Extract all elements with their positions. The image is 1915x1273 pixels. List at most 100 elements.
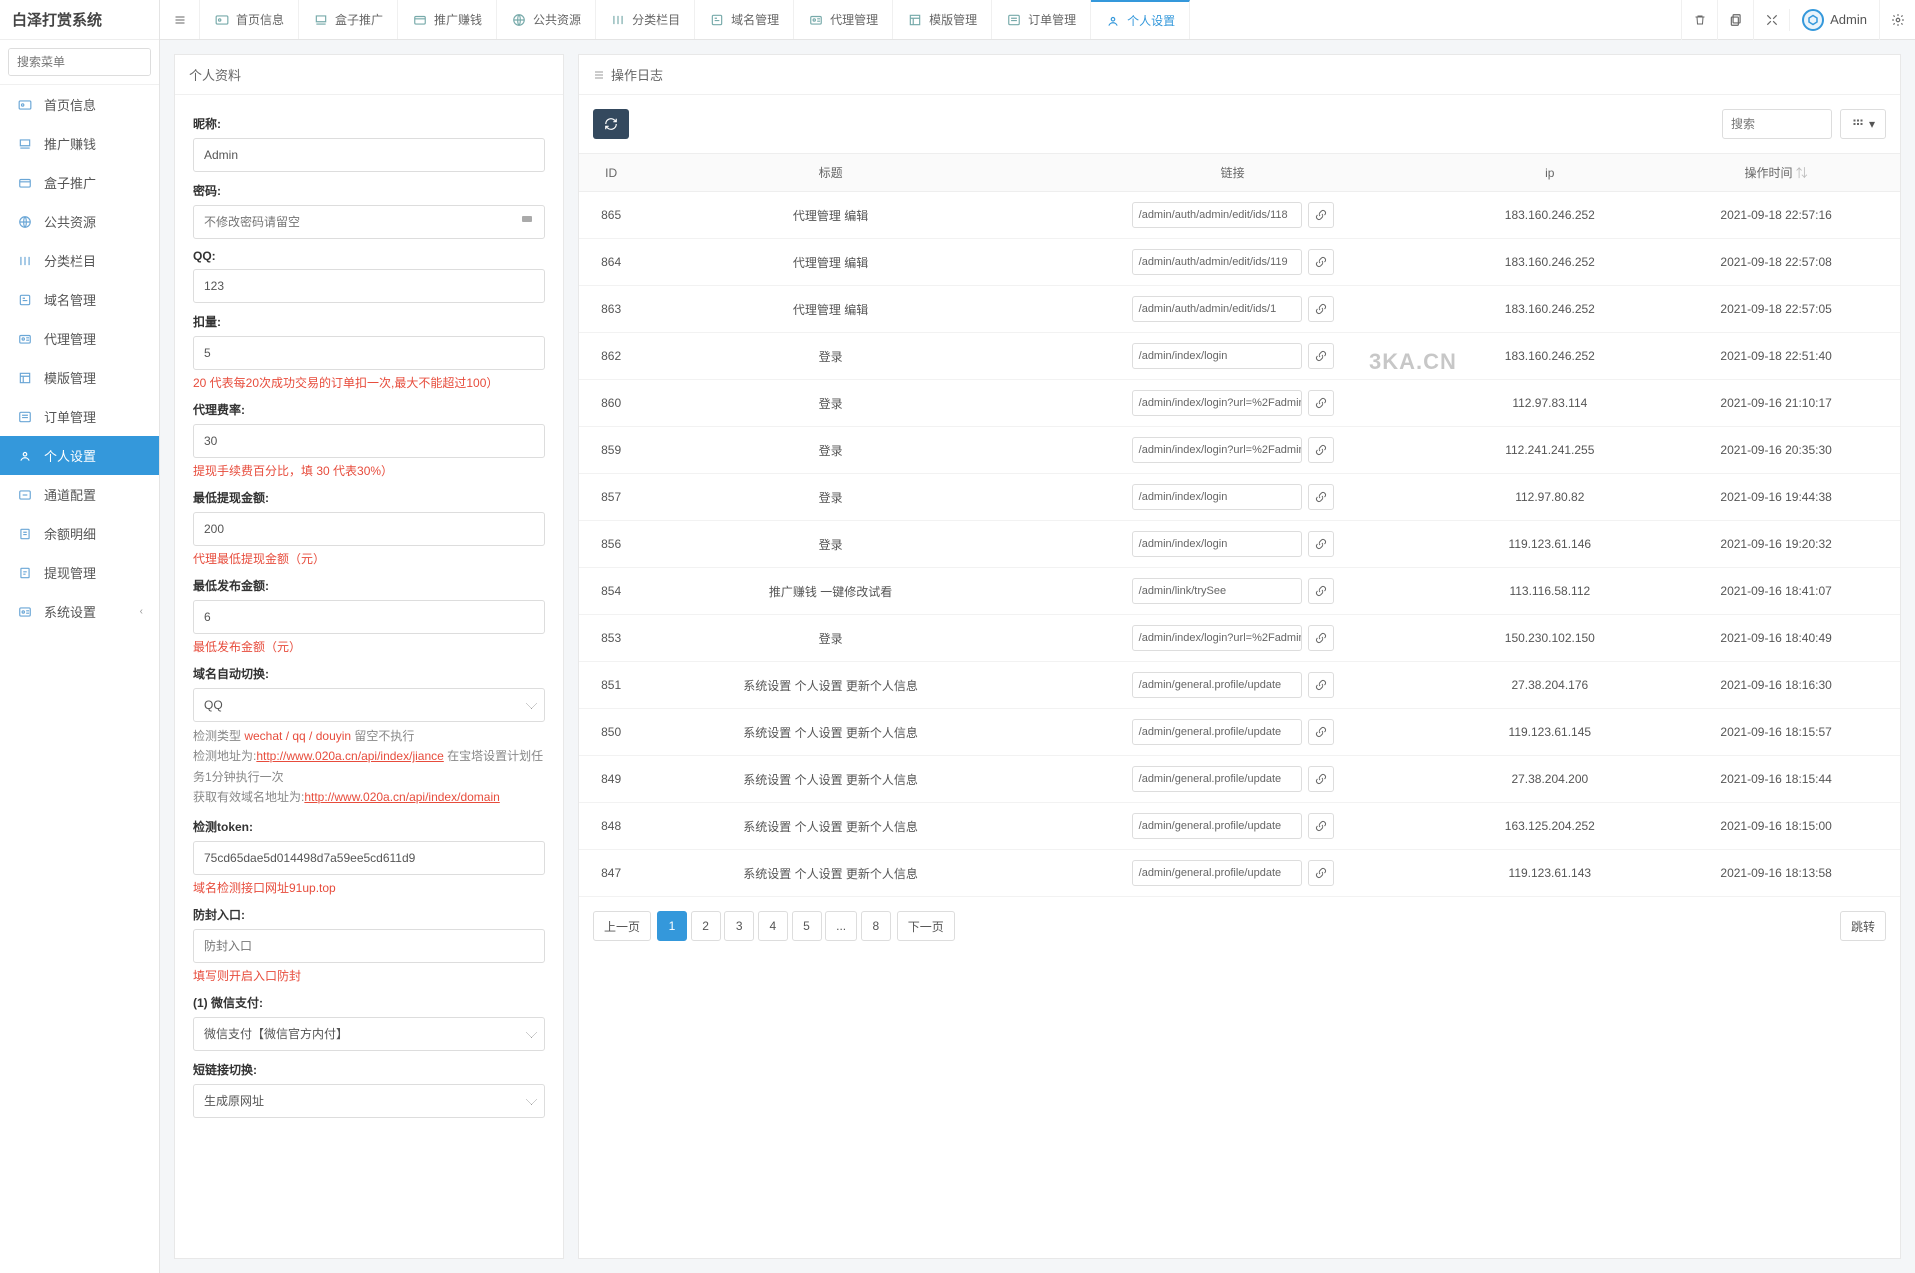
page-next[interactable]: 下一页: [897, 911, 955, 941]
toggle-sidebar-button[interactable]: [160, 0, 200, 39]
cell-link[interactable]: /admin/general.profile/update: [1132, 813, 1302, 839]
cell-link[interactable]: /admin/index/login?url=%2Fadmin%: [1132, 390, 1302, 416]
fangfeng-input[interactable]: [193, 929, 545, 963]
sidebar-item-5[interactable]: 域名管理: [0, 280, 159, 319]
log-search-input[interactable]: [1722, 109, 1832, 139]
sidebar-item-11[interactable]: 余额明细: [0, 514, 159, 553]
page-...[interactable]: ...: [825, 911, 857, 941]
min-publish-input[interactable]: [193, 600, 545, 634]
cell-link[interactable]: /admin/index/login?url=%2Fadmin%: [1132, 625, 1302, 651]
gear-icon[interactable]: [1879, 0, 1915, 40]
page-jump[interactable]: 跳转: [1840, 911, 1886, 941]
top-tab-3[interactable]: 公共资源: [497, 0, 596, 39]
top-tab-2[interactable]: 推广赚钱: [398, 0, 497, 39]
col-time[interactable]: 操作时间 ⇅: [1652, 154, 1900, 192]
fullscreen-icon[interactable]: [1753, 0, 1789, 40]
menu-search-input[interactable]: [9, 49, 151, 75]
top-tab-8[interactable]: 订单管理: [992, 0, 1091, 39]
link-open-icon[interactable]: [1308, 766, 1334, 792]
top-tab-5[interactable]: 域名管理: [695, 0, 794, 39]
sidebar-item-6[interactable]: 代理管理: [0, 319, 159, 358]
page-5[interactable]: 5: [792, 911, 822, 941]
link-open-icon[interactable]: [1308, 343, 1334, 369]
page-1[interactable]: 1: [657, 911, 687, 941]
nickname-input[interactable]: [193, 138, 545, 172]
link-open-icon[interactable]: [1308, 625, 1334, 651]
sidebar-item-3[interactable]: 公共资源: [0, 202, 159, 241]
wechat-pay-select[interactable]: 微信支付【微信官方内付】: [193, 1017, 545, 1051]
link-open-icon[interactable]: [1308, 437, 1334, 463]
cell-link[interactable]: /admin/general.profile/update: [1132, 860, 1302, 886]
link-open-icon[interactable]: [1308, 296, 1334, 322]
qq-input[interactable]: [193, 269, 545, 303]
sidebar-item-10[interactable]: 通道配置: [0, 475, 159, 514]
password-eye-icon[interactable]: [519, 213, 535, 225]
cell-link[interactable]: /admin/index/login: [1132, 343, 1302, 369]
sidebar-item-13[interactable]: 系统设置‹: [0, 592, 159, 631]
col-title[interactable]: 标题: [643, 154, 1018, 192]
sidebar-item-8[interactable]: 订单管理: [0, 397, 159, 436]
link-open-icon[interactable]: [1308, 813, 1334, 839]
cell-link[interactable]: /admin/auth/admin/edit/ids/119: [1132, 249, 1302, 275]
cell-link[interactable]: /admin/index/login: [1132, 484, 1302, 510]
page-8[interactable]: 8: [861, 911, 891, 941]
sidebar-item-2[interactable]: 盒子推广: [0, 163, 159, 202]
deduct-input[interactable]: [193, 336, 545, 370]
refresh-button[interactable]: [593, 109, 629, 139]
col-ip[interactable]: ip: [1447, 154, 1652, 192]
link-open-icon[interactable]: [1308, 531, 1334, 557]
domain-switch-select[interactable]: QQ: [193, 688, 545, 722]
link-open-icon[interactable]: [1308, 202, 1334, 228]
top-tab-4[interactable]: 分类栏目: [596, 0, 695, 39]
link-open-icon[interactable]: [1308, 484, 1334, 510]
cell-link[interactable]: /admin/auth/admin/edit/ids/118: [1132, 202, 1302, 228]
cell-link[interactable]: /admin/general.profile/update: [1132, 719, 1302, 745]
link-open-icon[interactable]: [1308, 390, 1334, 416]
top-tab-0[interactable]: 首页信息: [200, 0, 299, 39]
trash-icon[interactable]: [1681, 0, 1717, 40]
sidebar-item-9[interactable]: 个人设置: [0, 436, 159, 475]
cell-link[interactable]: /admin/general.profile/update: [1132, 766, 1302, 792]
agent-rate-input[interactable]: [193, 424, 545, 458]
cell-link[interactable]: /admin/index/login?url=%2Fadmin%: [1132, 437, 1302, 463]
sidebar-item-1[interactable]: 推广赚钱: [0, 124, 159, 163]
link-open-icon[interactable]: [1308, 719, 1334, 745]
view-mode-button[interactable]: ▾: [1840, 109, 1886, 139]
tab-label: 域名管理: [731, 11, 779, 28]
wechat-pay-label: (1) 微信支付:: [193, 994, 545, 1011]
user-menu[interactable]: Admin: [1789, 9, 1879, 31]
min-withdraw-input[interactable]: [193, 512, 545, 546]
refresh-icon: [604, 117, 618, 131]
link-open-icon[interactable]: [1308, 249, 1334, 275]
page-4[interactable]: 4: [758, 911, 788, 941]
short-link-select[interactable]: 生成原网址: [193, 1084, 545, 1118]
top-tab-6[interactable]: 代理管理: [794, 0, 893, 39]
token-input[interactable]: [193, 841, 545, 875]
page-prev[interactable]: 上一页: [593, 911, 651, 941]
sidebar-item-label: 推广赚钱: [44, 134, 96, 153]
top-tab-1[interactable]: 盒子推广: [299, 0, 398, 39]
cell-link[interactable]: /admin/general.profile/update: [1132, 672, 1302, 698]
password-input[interactable]: [193, 205, 545, 239]
link-open-icon[interactable]: [1308, 578, 1334, 604]
top-tab-7[interactable]: 模版管理: [893, 0, 992, 39]
sidebar-item-12[interactable]: 提现管理: [0, 553, 159, 592]
cell-link[interactable]: /admin/index/login: [1132, 531, 1302, 557]
sidebar-item-7[interactable]: 模版管理: [0, 358, 159, 397]
sidebar-item-4[interactable]: 分类栏目: [0, 241, 159, 280]
clipboard-icon[interactable]: [1717, 0, 1753, 40]
page-3[interactable]: 3: [724, 911, 754, 941]
cell-link[interactable]: /admin/auth/admin/edit/ids/1: [1132, 296, 1302, 322]
sidebar-item-label: 个人设置: [44, 446, 96, 465]
cell-ip: 183.160.246.252: [1447, 192, 1652, 239]
sidebar-item-0[interactable]: 首页信息: [0, 85, 159, 124]
profile-panel: 个人资料 昵称: 密码: QQ: 扣量: 20 代表每20次成功交易的订单扣一次: [174, 54, 564, 1259]
cell-time: 2021-09-18 22:57:05: [1652, 286, 1900, 333]
col-id[interactable]: ID: [579, 154, 643, 192]
link-open-icon[interactable]: [1308, 860, 1334, 886]
link-open-icon[interactable]: [1308, 672, 1334, 698]
top-tab-9[interactable]: 个人设置: [1091, 0, 1190, 39]
page-2[interactable]: 2: [691, 911, 721, 941]
col-link[interactable]: 链接: [1018, 154, 1447, 192]
cell-link[interactable]: /admin/link/trySee: [1132, 578, 1302, 604]
